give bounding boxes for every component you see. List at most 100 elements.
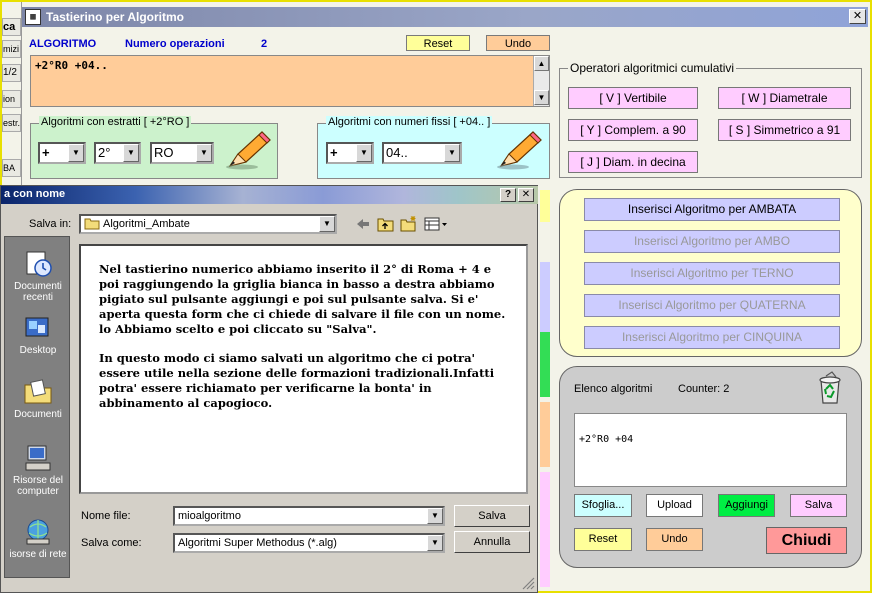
estratti-sign-select[interactable]: + ▼ xyxy=(38,142,86,164)
chevron-down-icon[interactable]: ▼ xyxy=(196,144,212,162)
dialog-close-button[interactable]: ✕ xyxy=(518,188,534,202)
background-strip xyxy=(540,402,550,467)
background-strip xyxy=(540,262,550,332)
fissi-number-value: 04.. xyxy=(386,145,408,160)
chevron-down-icon[interactable]: ▼ xyxy=(444,144,460,162)
chevron-down-icon[interactable]: ▼ xyxy=(427,535,443,551)
filetype-select[interactable]: Algoritmi Super Methodus (*.alg) ▼ xyxy=(173,533,445,553)
pencil-icon[interactable] xyxy=(495,130,545,170)
save-in-value: Algoritmi_Ambate xyxy=(103,218,190,230)
algorithm-scrollbar[interactable]: ▲ ▼ xyxy=(533,56,549,106)
chiudi-button[interactable]: Chiudi xyxy=(766,527,847,554)
inserisci-terno-button[interactable]: Inserisci Algoritmo per TERNO xyxy=(584,262,840,285)
dialog-title: a con nome xyxy=(4,188,66,200)
simmetrico-91-button[interactable]: [ S ] Simmetrico a 91 xyxy=(718,119,851,141)
app-icon: ▦ xyxy=(25,9,41,25)
upload-button[interactable]: Upload xyxy=(646,494,703,517)
diametrale-button[interactable]: [ W ] Diametrale xyxy=(718,87,851,109)
place-label: Documenti xyxy=(14,409,62,420)
place-label: Documenti recenti xyxy=(14,281,62,303)
background-tab[interactable]: mizi xyxy=(2,40,21,58)
undo-button[interactable]: Undo xyxy=(486,35,550,51)
reset-button[interactable]: Reset xyxy=(406,35,470,51)
view-menu-icon[interactable] xyxy=(424,217,448,231)
chevron-down-icon[interactable]: ▼ xyxy=(356,144,372,162)
fissi-sign-select[interactable]: + ▼ xyxy=(326,142,374,164)
scroll-down-icon[interactable]: ▼ xyxy=(534,90,549,105)
place-label: Desktop xyxy=(19,345,57,356)
background-tab[interactable]: ion xyxy=(2,90,21,108)
vertibile-button[interactable]: [ V ] Vertibile xyxy=(568,87,698,109)
message-paragraph: In questo modo ci siamo salvati un algor… xyxy=(99,351,495,410)
estratti-wheel-select[interactable]: RO ▼ xyxy=(150,142,214,164)
filename-value: mioalgoritmo xyxy=(178,510,241,522)
message-paragraph: Nel tastierino numerico abbiamo inserito… xyxy=(99,262,506,336)
inserisci-ambata-button[interactable]: Inserisci Algoritmo per AMBATA xyxy=(584,198,840,221)
desktop-icon xyxy=(25,317,49,337)
salva-list-button[interactable]: Salva xyxy=(790,494,847,517)
place-label: isorse di rete xyxy=(9,549,67,560)
background-tab[interactable]: estr. xyxy=(2,114,21,132)
recycle-bin-icon[interactable] xyxy=(814,371,846,405)
elenco-panel: Elenco algoritmi Counter: 2 +2°R0 +04 Sf… xyxy=(559,366,862,568)
save-in-select[interactable]: Algoritmi_Ambate ▼ xyxy=(79,214,337,234)
filetype-value: Algoritmi Super Methodus (*.alg) xyxy=(178,537,337,549)
estratti-wheel-value: RO xyxy=(154,145,174,160)
aggiungi-button[interactable]: Aggiungi xyxy=(718,494,775,517)
up-folder-icon[interactable] xyxy=(377,216,395,232)
help-button[interactable]: ? xyxy=(500,188,516,202)
network-icon xyxy=(26,519,50,545)
place-network[interactable]: isorse di rete xyxy=(5,517,71,560)
background-tab[interactable]: BA xyxy=(2,159,21,177)
undo-list-button[interactable]: Undo xyxy=(646,528,703,551)
chevron-down-icon[interactable]: ▼ xyxy=(68,144,84,162)
title-bar[interactable]: ▦ Tastierino per Algoritmo ✕ xyxy=(22,7,868,27)
scroll-up-icon[interactable]: ▲ xyxy=(534,56,549,71)
inserisci-panel: Inserisci Algoritmo per AMBATA Inserisci… xyxy=(559,189,862,357)
close-window-button[interactable]: ✕ xyxy=(849,9,866,24)
algorithm-textbox[interactable]: +2°R0 +04.. xyxy=(30,55,550,107)
place-desktop[interactable]: Desktop xyxy=(5,313,71,356)
filetype-label: Salva come: xyxy=(81,537,142,549)
background-tab[interactable]: 1/2 xyxy=(2,64,21,82)
new-folder-icon[interactable] xyxy=(400,215,418,232)
chevron-down-icon[interactable]: ▼ xyxy=(319,216,335,232)
complemento-90-button[interactable]: [ Y ] Complem. a 90 xyxy=(568,119,698,141)
dialog-title-bar[interactable]: a con nome ? ✕ xyxy=(1,186,538,204)
save-button[interactable]: Salva xyxy=(454,505,530,527)
background-strip xyxy=(540,332,550,397)
window-title: Tastierino per Algoritmo xyxy=(46,10,185,24)
fissi-sign-value: + xyxy=(330,145,338,160)
chevron-down-icon[interactable]: ▼ xyxy=(123,144,139,162)
counter-label: Counter: 2 xyxy=(678,383,730,395)
save-in-label: Salva in: xyxy=(29,218,72,230)
estratti-position-select[interactable]: 2° ▼ xyxy=(94,142,141,164)
inserisci-quaterna-button[interactable]: Inserisci Algoritmo per QUATERNA xyxy=(584,294,840,317)
background-tab[interactable]: ca xyxy=(2,18,21,36)
sfoglia-button[interactable]: Sfoglia... xyxy=(574,494,632,517)
reset-list-button[interactable]: Reset xyxy=(574,528,632,551)
resize-grip-icon[interactable] xyxy=(521,576,535,590)
algorithm-list[interactable]: +2°R0 +04 xyxy=(574,413,847,487)
cancel-button[interactable]: Annulla xyxy=(454,531,530,553)
place-recent-documents[interactable]: Documenti recenti xyxy=(5,249,71,303)
file-list-area[interactable]: Nel tastierino numerico abbiamo inserito… xyxy=(79,244,528,494)
inserisci-cinquina-button[interactable]: Inserisci Algoritmo per CINQUINA xyxy=(584,326,840,349)
pencil-icon[interactable] xyxy=(224,130,274,170)
diametrale-decina-button[interactable]: [ J ] Diam. in decina xyxy=(568,151,698,173)
operatori-group-label: Operatori algoritmici cumulativi xyxy=(568,61,737,75)
list-item[interactable]: +2°R0 +04 xyxy=(579,434,842,445)
inserisci-ambo-button[interactable]: Inserisci Algoritmo per AMBO xyxy=(584,230,840,253)
place-documents[interactable]: Documenti xyxy=(5,377,71,420)
chevron-down-icon[interactable]: ▼ xyxy=(427,508,443,524)
fissi-number-select[interactable]: 04.. ▼ xyxy=(382,142,462,164)
num-operazioni-value: 2 xyxy=(261,38,268,50)
place-my-computer[interactable]: Risorse del computer xyxy=(5,443,71,497)
elenco-title: Elenco algoritmi xyxy=(574,383,653,395)
back-arrow-icon[interactable] xyxy=(355,217,371,231)
filename-input[interactable]: mioalgoritmo ▼ xyxy=(173,506,445,526)
estratti-group: Algoritmi con estratti [ +2°RO ] + ▼ 2° … xyxy=(30,116,278,179)
estratti-group-label: Algoritmi con estratti [ +2°RO ] xyxy=(39,116,192,128)
documents-folder-icon xyxy=(24,379,52,404)
places-bar: Documenti recenti Desktop Documenti Riso… xyxy=(4,236,70,578)
